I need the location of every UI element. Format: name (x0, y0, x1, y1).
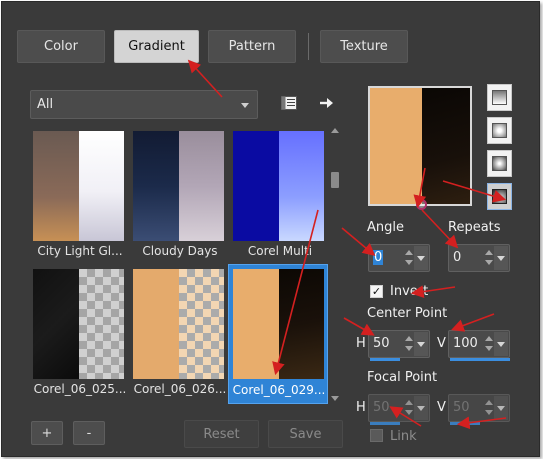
spin-arrows-icon[interactable] (485, 249, 493, 267)
remove-button[interactable]: - (73, 421, 105, 445)
radial-gradient-icon (492, 189, 507, 204)
angle-value[interactable]: 0 (373, 250, 384, 265)
arrow-right-icon (320, 98, 333, 108)
invert-checkbox[interactable]: ✓ (370, 285, 383, 298)
rectangular-gradient-icon (492, 123, 507, 138)
library-button[interactable] (278, 92, 300, 114)
link-label[interactable]: Link (390, 429, 417, 444)
focal-v-spinner[interactable]: 50 (448, 394, 510, 425)
gradient-preview[interactable] (368, 86, 472, 206)
export-button[interactable] (316, 92, 338, 114)
center-v-slider[interactable] (450, 358, 510, 361)
scroll-up-icon[interactable] (331, 128, 339, 133)
gradient-grid: City Light Gl... Cloudy Days Corel Multi… (30, 128, 330, 404)
center-v-spinner[interactable]: 100 (448, 330, 510, 361)
thumb-caption: Corel_06_029... (232, 383, 326, 397)
spin-arrows-icon[interactable] (485, 399, 493, 417)
center-v-value[interactable]: 100 (453, 336, 478, 351)
repeats-spinner[interactable]: 0 (448, 244, 510, 272)
thumb-caption: Corel Multi (247, 244, 313, 258)
style-linear-button[interactable] (487, 84, 512, 111)
focal-point-label: Focal Point (367, 370, 438, 385)
thumb-caption: Corel_06_026... (133, 382, 227, 396)
thumb-caption: City Light Gl... (37, 244, 123, 258)
thumb-caption: Corel_06_025... (33, 382, 127, 396)
link-checkbox[interactable] (370, 429, 383, 442)
focal-h-value[interactable]: 50 (373, 400, 390, 415)
tab-pattern[interactable]: Pattern (208, 30, 296, 63)
center-h-slider[interactable] (370, 358, 400, 361)
spin-arrows-icon[interactable] (405, 335, 413, 353)
spin-arrows-icon[interactable] (405, 249, 413, 267)
style-sunburst-button[interactable] (487, 150, 512, 177)
repeats-label: Repeats (448, 220, 501, 235)
focal-h-slider[interactable] (370, 422, 400, 425)
style-radial-button[interactable] (487, 183, 512, 210)
center-h-value[interactable]: 50 (373, 336, 390, 351)
focal-v-label: V (437, 400, 446, 415)
gradient-thumb-cloudy-days[interactable]: Cloudy Days (130, 128, 226, 264)
sunburst-gradient-icon (492, 156, 507, 171)
center-h-label: H (356, 336, 366, 351)
scrollbar-thumb[interactable] (331, 172, 339, 188)
thumb-caption: Cloudy Days (142, 244, 218, 258)
focal-h-spinner[interactable]: 50 (368, 394, 430, 425)
center-v-label: V (437, 336, 446, 351)
gradient-thumb-corel-06-025[interactable]: Corel_06_025... (30, 266, 126, 402)
category-value: All (37, 97, 54, 112)
focal-v-value[interactable]: 50 (453, 400, 470, 415)
invert-label[interactable]: Invert (390, 284, 428, 299)
linear-gradient-icon (492, 90, 507, 105)
style-rectangular-button[interactable] (487, 117, 512, 144)
gradient-thumb-corel-multi[interactable]: Corel Multi (230, 128, 326, 264)
gradient-thumb-corel-06-029[interactable]: Corel_06_029... (228, 264, 328, 404)
angle-label: Angle (367, 220, 404, 235)
gradient-thumb-city-light[interactable]: City Light Gl... (30, 128, 126, 264)
scroll-down-icon[interactable] (331, 396, 339, 401)
category-dropdown[interactable]: All (30, 90, 258, 119)
tab-separator (308, 33, 309, 60)
focal-h-label: H (356, 400, 366, 415)
angle-spinner[interactable]: 0 (368, 244, 430, 272)
tab-color[interactable]: Color (17, 30, 105, 63)
grid-scrollbar[interactable] (329, 126, 341, 404)
spin-arrows-icon[interactable] (405, 399, 413, 417)
center-point-handle[interactable] (416, 199, 427, 210)
chevron-down-icon[interactable] (414, 396, 428, 420)
focal-v-slider[interactable] (450, 422, 480, 425)
chevron-down-icon[interactable] (494, 396, 508, 420)
add-button[interactable]: + (31, 421, 63, 445)
chevron-down-icon (241, 103, 249, 108)
tab-texture[interactable]: Texture (320, 30, 408, 63)
chevron-down-icon[interactable] (414, 332, 428, 356)
gradient-thumb-corel-06-026[interactable]: Corel_06_026... (130, 266, 226, 402)
chevron-down-icon[interactable] (414, 246, 428, 270)
library-icon (281, 96, 297, 110)
spin-arrows-icon[interactable] (485, 335, 493, 353)
repeats-value[interactable]: 0 (453, 250, 461, 265)
save-button[interactable]: Save (268, 420, 343, 448)
chevron-down-icon[interactable] (494, 332, 508, 356)
reset-button[interactable]: Reset (184, 420, 259, 448)
tab-gradient[interactable]: Gradient (114, 30, 199, 63)
chevron-down-icon[interactable] (494, 246, 508, 270)
center-h-spinner[interactable]: 50 (368, 330, 430, 361)
center-point-label: Center Point (367, 306, 448, 321)
